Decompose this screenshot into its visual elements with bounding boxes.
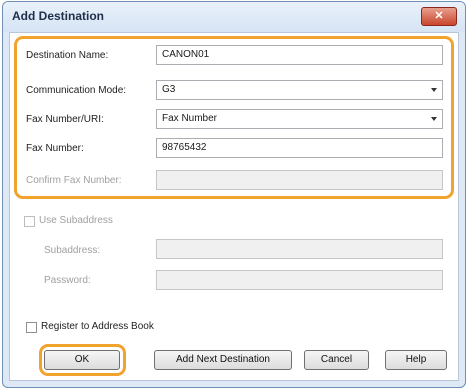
- communication-mode-value: G3: [162, 84, 176, 95]
- title-bar: Add Destination ✕: [3, 2, 465, 32]
- password-input[interactable]: [156, 270, 443, 290]
- communication-mode-label: Communication Mode:: [26, 85, 127, 96]
- fax-number-label: Fax Number:: [26, 143, 84, 154]
- fax-number-uri-label: Fax Number/URI:: [26, 114, 104, 125]
- help-button[interactable]: Help: [385, 350, 447, 370]
- dialog-title: Add Destination: [12, 9, 104, 23]
- register-checkbox[interactable]: [26, 322, 37, 333]
- use-subaddress-checkbox[interactable]: [24, 216, 35, 227]
- subaddress-label: Subaddress:: [44, 245, 101, 256]
- confirm-fax-number-input[interactable]: [156, 170, 443, 190]
- destination-name-label: Destination Name:: [26, 50, 109, 61]
- destination-name-input[interactable]: CANON01: [156, 45, 443, 65]
- communication-mode-select[interactable]: G3: [156, 80, 443, 100]
- dialog-body: Destination Name: CANON01 Communication …: [9, 32, 459, 381]
- fax-number-uri-value: Fax Number: [162, 113, 218, 124]
- chevron-down-icon: [431, 117, 437, 121]
- add-next-destination-button[interactable]: Add Next Destination: [154, 350, 292, 370]
- add-destination-dialog: Add Destination ✕ Destination Name: CANO…: [2, 1, 466, 388]
- cancel-button[interactable]: Cancel: [304, 350, 369, 370]
- ok-button[interactable]: OK: [44, 350, 120, 370]
- use-subaddress-label: Use Subaddress: [39, 215, 113, 226]
- register-label: Register to Address Book: [41, 321, 154, 332]
- fax-number-uri-select[interactable]: Fax Number: [156, 109, 443, 129]
- subaddress-input[interactable]: [156, 239, 443, 259]
- close-button[interactable]: ✕: [421, 7, 457, 26]
- password-label: Password:: [44, 275, 91, 286]
- confirm-fax-number-label: Confirm Fax Number:: [26, 175, 122, 186]
- fax-number-input[interactable]: 98765432: [156, 138, 443, 158]
- close-icon: ✕: [434, 10, 444, 22]
- chevron-down-icon: [431, 88, 437, 92]
